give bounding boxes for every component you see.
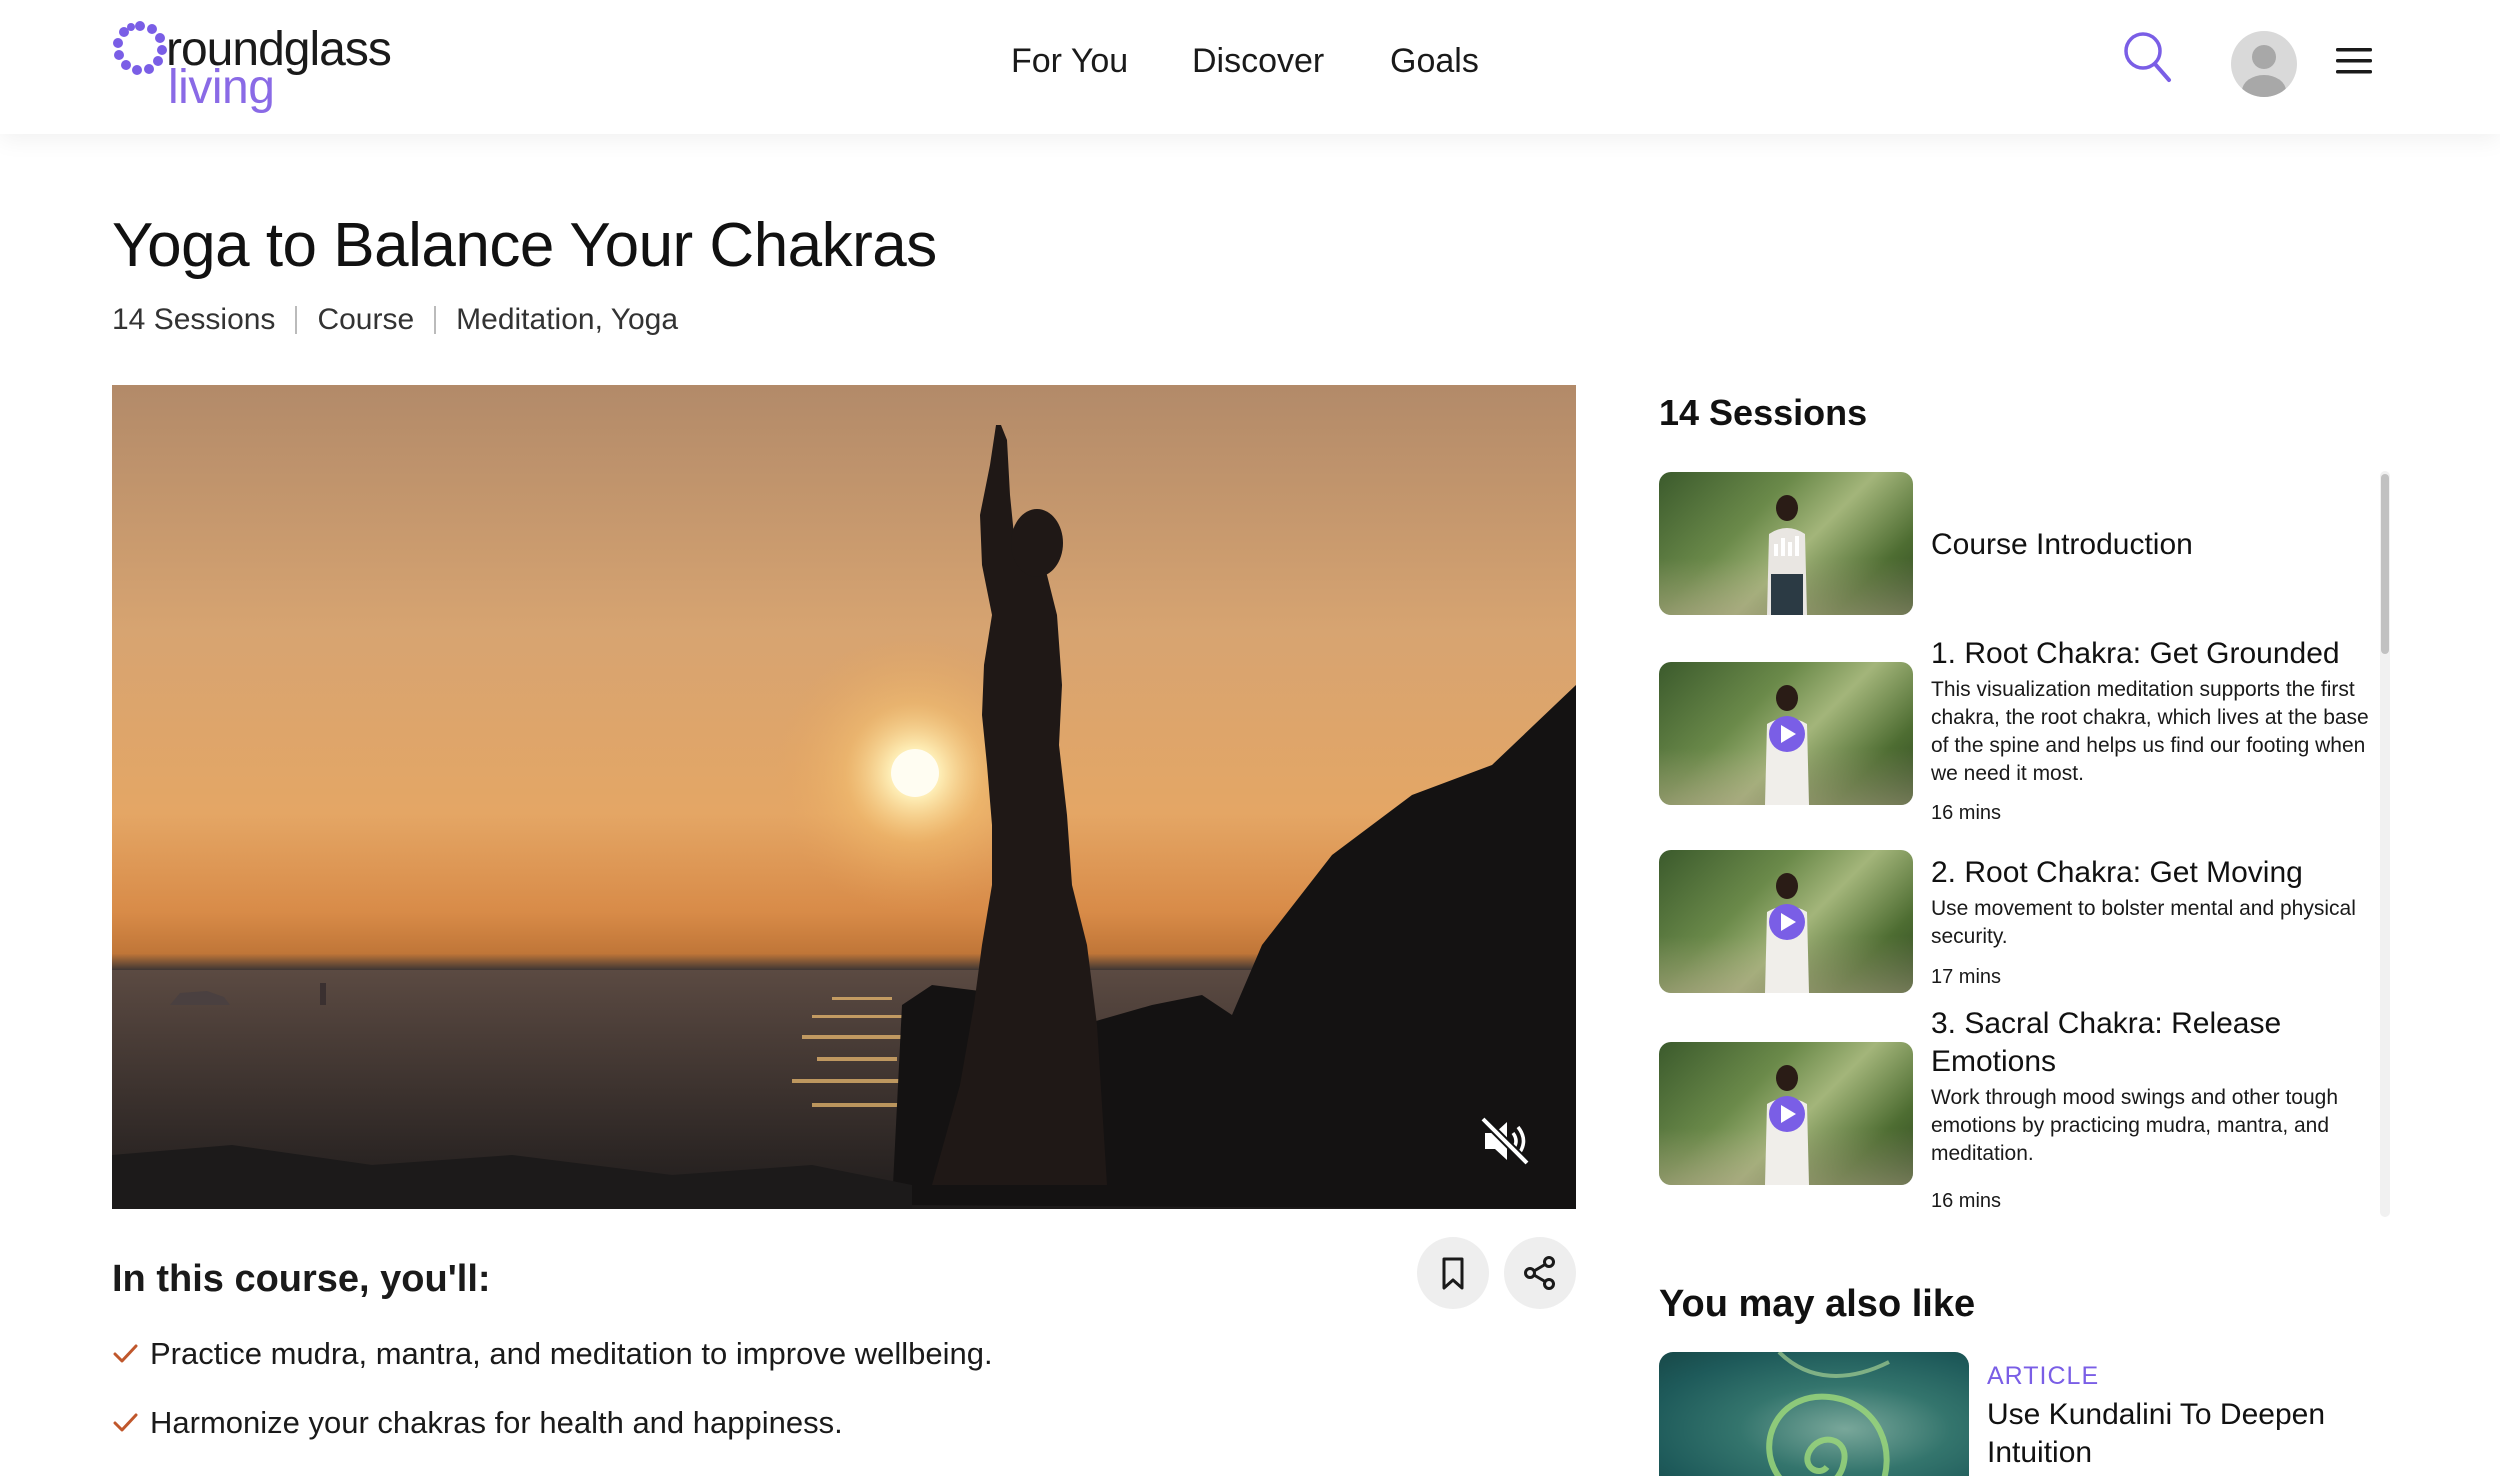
play-button[interactable] (1769, 716, 1805, 752)
course-goal-text: Harmonize your chakras for health and ha… (150, 1405, 843, 1440)
session-item-root-chakra-moving[interactable]: 2. Root Chakra: Get Moving Use movement … (1659, 850, 2379, 1000)
meta-type: Course (317, 303, 415, 336)
session-description: Use movement to bolster mental and physi… (1931, 897, 2356, 948)
play-icon (1781, 725, 1796, 743)
session-duration: 16 mins (1931, 802, 2002, 824)
play-icon (1781, 913, 1796, 931)
user-avatar-icon (2242, 45, 2286, 97)
meta-sessions: 14 Sessions (112, 303, 276, 336)
spiral-image (1766, 1352, 1890, 1476)
mute-toggle-button[interactable] (1477, 1113, 1533, 1169)
search-icon (2124, 32, 2171, 82)
meta-categories: Meditation, Yoga (456, 303, 679, 336)
search-button[interactable] (2122, 30, 2174, 86)
session-duration: 16 mins (1931, 1190, 2002, 1212)
session-thumbnail (1659, 850, 1913, 993)
play-button[interactable] (1769, 1096, 1805, 1132)
checkmark-icon (113, 1413, 138, 1432)
session-item-sacral-chakra[interactable]: 3. Sacral Chakra: Release Emotions Work … (1659, 1007, 2379, 1220)
share-icon (1524, 1256, 1555, 1290)
hamburger-menu-icon (2336, 48, 2372, 74)
course-intro-heading: In this course, you'll: (112, 1258, 491, 1300)
session-title: 1. Root Chakra: Get Grounded (1931, 637, 2340, 670)
also-like-heading: You may also like (1659, 1283, 1976, 1325)
course-goal-text: Practice mudra, mantra, and meditation t… (150, 1336, 993, 1371)
sessions-heading: 14 Sessions (1659, 392, 1868, 433)
share-button[interactable] (1504, 1237, 1576, 1309)
nav-goals[interactable]: Goals (1390, 42, 1479, 81)
session-thumbnail (1659, 662, 1913, 805)
session-item-introduction[interactable]: Course Introduction (1659, 472, 2379, 617)
sessions-scrollbar[interactable] (2381, 474, 2389, 654)
play-icon (1781, 1105, 1796, 1123)
bookmark-button[interactable] (1417, 1237, 1489, 1309)
play-button[interactable] (1769, 904, 1805, 940)
course-goal-item: Practice mudra, mantra, and meditation t… (112, 1336, 993, 1372)
recommendation-title: Use Kundalini To Deepen Intuition (1987, 1398, 2326, 1469)
session-description: This visualization meditation supports t… (1931, 678, 2369, 785)
session-description: Work through mood swings and other tough… (1931, 1086, 2339, 1165)
site-header: roundglass living For You Discover Goals (0, 0, 2500, 134)
meta-divider (434, 306, 437, 334)
equalizer-bars-icon (1774, 536, 1799, 556)
page-title: Yoga to Balance Your Chakras (112, 211, 937, 280)
sessions-list[interactable]: Course Introduction 1. Root Chakra: Get … (1659, 470, 2399, 1220)
session-title: Course Introduction (1931, 528, 2193, 561)
speaker-muted-icon (1480, 1116, 1530, 1166)
session-title: 2. Root Chakra: Get Moving (1931, 856, 2303, 889)
nav-discover[interactable]: Discover (1192, 42, 1324, 81)
course-meta: 14 Sessions Course Meditation, Yoga (112, 303, 678, 337)
session-thumbnail (1659, 1042, 1913, 1185)
session-item-root-chakra-grounded[interactable]: 1. Root Chakra: Get Grounded This visual… (1659, 637, 2379, 824)
video-frame (112, 425, 1576, 1209)
menu-button[interactable] (2334, 44, 2374, 78)
course-goal-item: Harmonize your chakras for health and ha… (112, 1405, 843, 1441)
user-avatar[interactable] (2231, 31, 2297, 97)
course-video-player[interactable] (112, 385, 1576, 1209)
checkmark-icon (113, 1344, 138, 1363)
recommendation-card[interactable]: ARTICLE Use Kundalini To Deepen Intuitio… (1659, 1352, 2419, 1476)
session-thumbnail (1659, 472, 1913, 615)
session-title: 3. Sacral Chakra: Release Emotions (1931, 1007, 2282, 1078)
bookmark-icon (1442, 1257, 1464, 1290)
recommendation-category: ARTICLE (1987, 1362, 2100, 1390)
recommendation-thumbnail (1659, 1352, 1969, 1476)
session-duration: 17 mins (1931, 966, 2002, 988)
nav-for-you[interactable]: For You (1011, 42, 1128, 81)
meta-divider (295, 306, 298, 334)
